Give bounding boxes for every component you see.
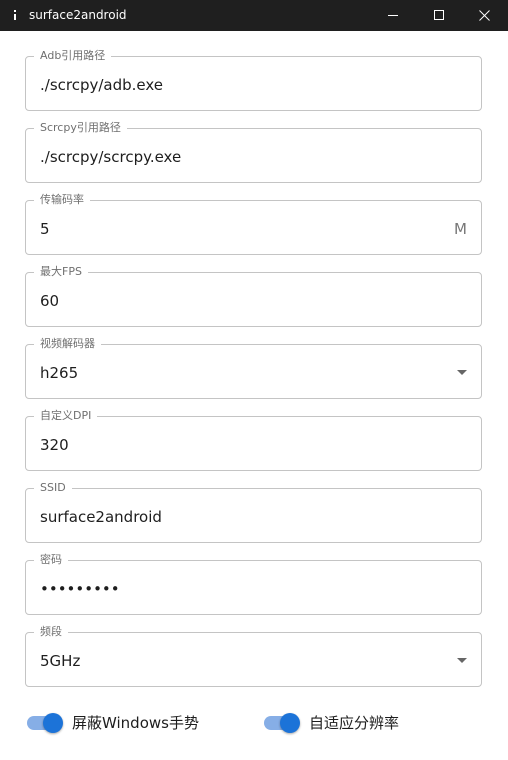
video-decoder-value: h265 <box>40 364 79 382</box>
max-fps-input[interactable]: 60 <box>40 291 59 311</box>
bitrate-unit: M <box>454 220 467 238</box>
max-fps-label: 最大FPS <box>34 265 88 279</box>
minimize-icon <box>388 15 398 16</box>
scrcpy-path-label: Scrcpy引用路径 <box>34 121 127 135</box>
title-bar: surface2android <box>0 0 508 31</box>
close-icon <box>479 10 490 21</box>
block-gestures-label: 屏蔽Windows手势 <box>72 714 199 732</box>
band-label: 频段 <box>34 625 68 639</box>
band-select[interactable]: 频段 5GHz <box>25 625 482 687</box>
adb-path-label: Adb引用路径 <box>34 49 112 63</box>
adaptive-resolution-label: 自适应分辨率 <box>309 714 400 732</box>
video-decoder-label: 视频解码器 <box>34 337 101 351</box>
custom-dpi-field[interactable]: 自定义DPI 320 <box>25 409 482 471</box>
band-value: 5GHz <box>40 652 81 670</box>
maximize-button[interactable] <box>416 0 462 31</box>
close-button[interactable] <box>462 0 508 31</box>
password-input[interactable]: ••••••••• <box>40 579 120 599</box>
ssid-field[interactable]: SSID surface2android <box>25 481 482 543</box>
password-label: 密码 <box>34 553 68 567</box>
block-gestures-toggle[interactable] <box>26 711 64 735</box>
max-fps-field[interactable]: 最大FPS 60 <box>25 265 482 327</box>
toggle-thumb[interactable] <box>43 713 63 733</box>
dropdown-arrow-icon[interactable] <box>457 658 467 663</box>
app-icon <box>13 10 17 22</box>
custom-dpi-label: 自定义DPI <box>34 409 98 423</box>
ssid-label: SSID <box>34 481 72 495</box>
toggle-thumb[interactable] <box>280 713 300 733</box>
ssid-input[interactable]: surface2android <box>40 507 162 527</box>
video-decoder-select[interactable]: 视频解码器 h265 <box>25 337 482 399</box>
bitrate-label: 传输码率 <box>34 193 90 207</box>
scrcpy-path-input[interactable]: ./scrcpy/scrcpy.exe <box>40 147 181 167</box>
dropdown-arrow-icon[interactable] <box>457 370 467 375</box>
scrcpy-path-field[interactable]: Scrcpy引用路径 ./scrcpy/scrcpy.exe <box>25 121 482 183</box>
adb-path-field[interactable]: Adb引用路径 ./scrcpy/adb.exe <box>25 49 482 111</box>
maximize-icon <box>434 10 444 20</box>
password-field[interactable]: 密码 ••••••••• <box>25 553 482 615</box>
window-title: surface2android <box>29 8 127 22</box>
adb-path-input[interactable]: ./scrcpy/adb.exe <box>40 75 163 95</box>
bitrate-field[interactable]: 传输码率 5 M <box>25 193 482 255</box>
minimize-button[interactable] <box>370 0 416 31</box>
bitrate-input[interactable]: 5 <box>40 219 50 239</box>
adaptive-resolution-toggle[interactable] <box>263 711 301 735</box>
custom-dpi-input[interactable]: 320 <box>40 435 69 455</box>
